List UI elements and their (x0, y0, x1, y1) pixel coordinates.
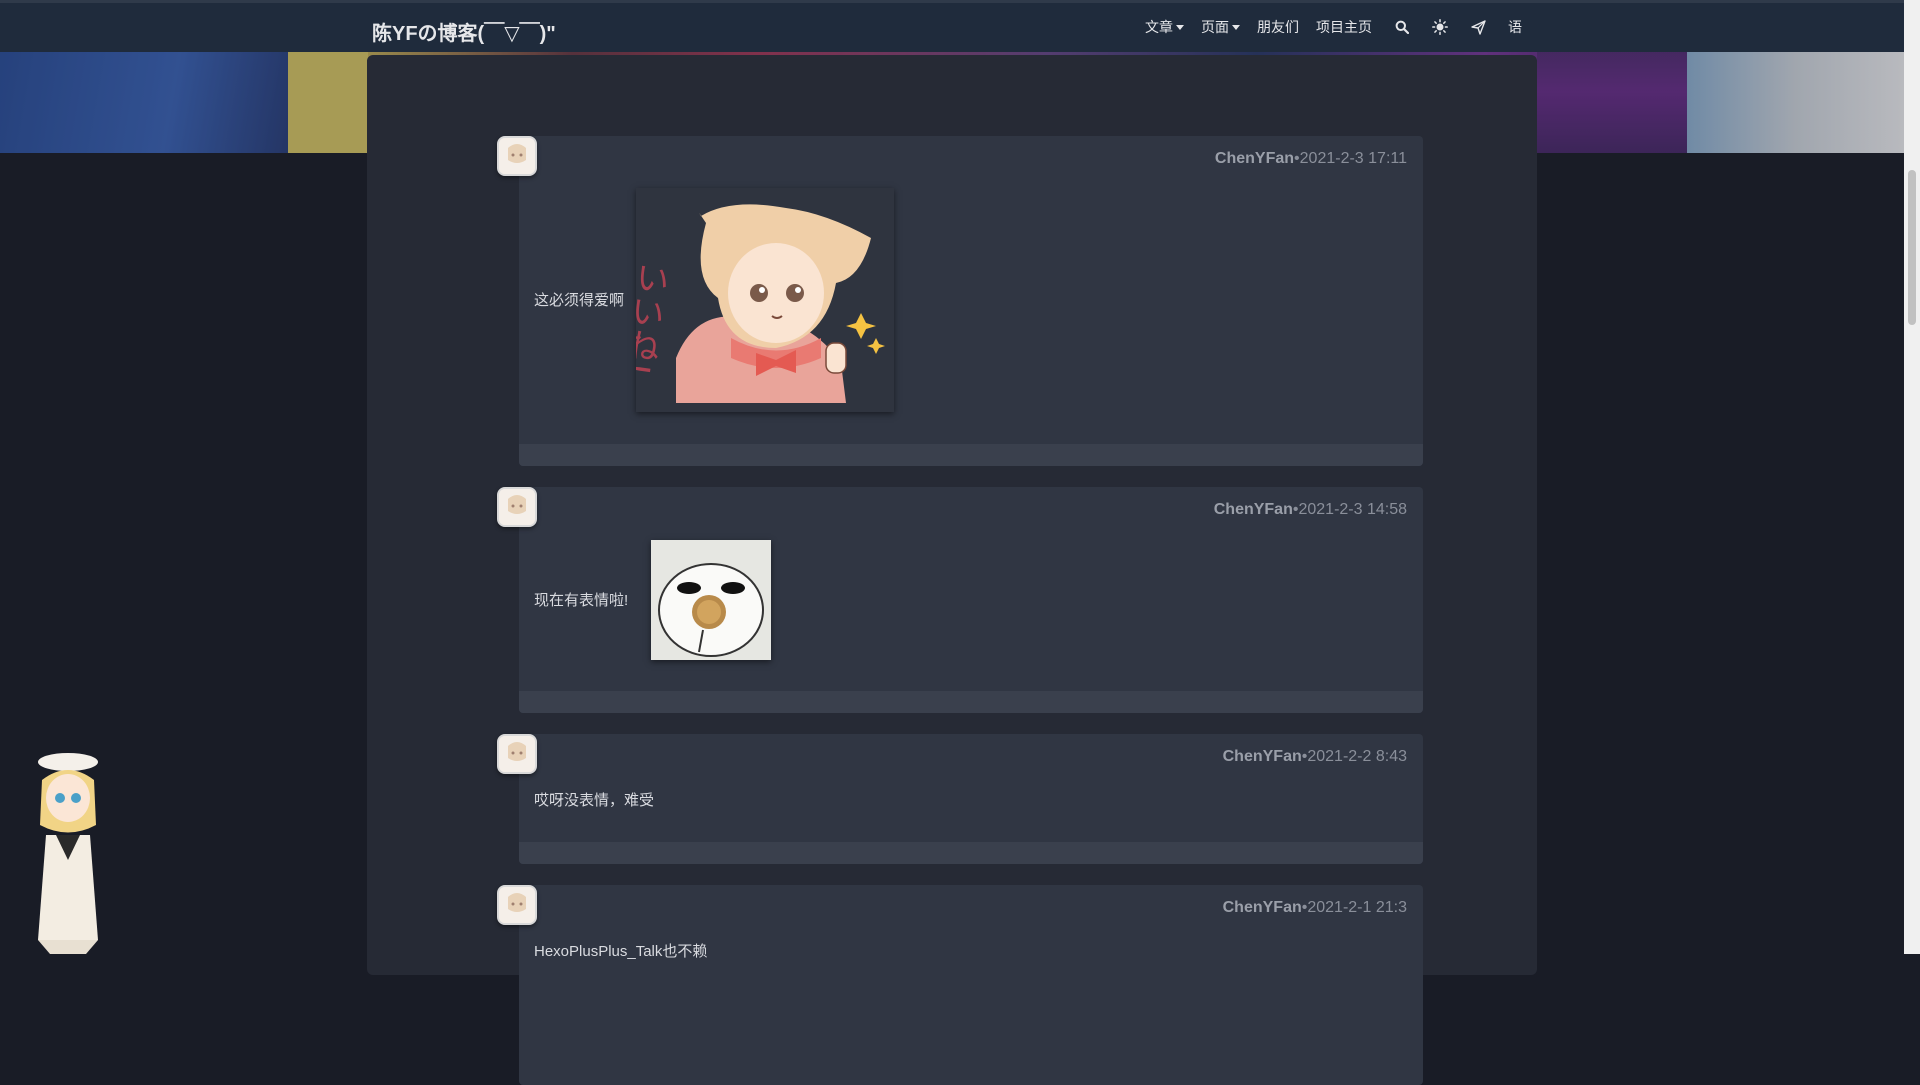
main-content: ChenYFan•2021-2-3 17:11 这必须得爱啊 いいね! Chen… (367, 55, 1537, 1085)
talk-meta: ChenYFan•2021-2-2 8:43 (1223, 748, 1407, 766)
nav-item-label: 朋友们 (1257, 19, 1299, 35)
top-navbar: 陈YFの博客(￣▽￣)" 文章 页面 朋友们 项目主页 语 (0, 0, 1904, 52)
author-avatar[interactable] (497, 136, 537, 176)
language-toggle[interactable]: 语 (1508, 17, 1522, 37)
talk-text: HexoPlusPlus_Talk也不赖 (534, 943, 708, 960)
page-scrollbar[interactable] (1904, 0, 1920, 954)
author-avatar[interactable] (497, 734, 537, 774)
talk-time: 2021-2-3 14:58 (1298, 501, 1407, 518)
nav-item-friends[interactable]: 朋友们 (1257, 17, 1299, 37)
nav-item-articles[interactable]: 文章 (1145, 17, 1184, 37)
author-name: ChenYFan (1214, 150, 1295, 167)
author-avatar[interactable] (497, 487, 537, 527)
talk-meta: ChenYFan•2021-2-3 17:11 (1215, 150, 1407, 168)
send-icon[interactable] (1470, 19, 1486, 35)
talk-item: ChenYFan•2021-2-2 8:43 哎呀没表情，难受 (497, 734, 1423, 864)
talk-item: ChenYFan•2021-2-1 21:3 HexoPlusPlus_Talk… (497, 885, 1423, 1085)
talk-footer (519, 691, 1423, 713)
chevron-down-icon (1176, 24, 1184, 30)
nav-item-pages[interactable]: 页面 (1201, 17, 1240, 37)
author-name: ChenYFan (1213, 501, 1293, 518)
author-name: ChenYFan (1222, 748, 1302, 765)
talk-meta: ChenYFan•2021-2-1 21:3 (1223, 899, 1407, 917)
talk-item: ChenYFan•2021-2-3 17:11 这必须得爱啊 いいね! (497, 136, 1423, 466)
talk-text: 现在有表情啦! (534, 592, 629, 609)
talk-text: 这必须得爱啊 (534, 292, 625, 309)
ghost-eating-sticker (651, 540, 771, 660)
talk-footer (519, 444, 1423, 466)
talk-time: 2021-2-1 21:3 (1307, 899, 1407, 916)
theme-toggle-icon[interactable] (1432, 19, 1448, 35)
author-name: ChenYFan (1222, 899, 1302, 916)
scrollbar-thumb[interactable] (1908, 170, 1916, 325)
talk-time: 2021-2-3 17:11 (1299, 150, 1407, 167)
search-icon[interactable] (1394, 19, 1410, 35)
nav-item-projects[interactable]: 项目主页 (1316, 17, 1372, 37)
talk-item: ChenYFan•2021-2-3 14:58 现在有表情啦! (497, 487, 1423, 713)
talk-meta: ChenYFan•2021-2-3 14:58 (1214, 501, 1407, 519)
talk-footer (519, 842, 1423, 864)
nav-item-label: 页面 (1201, 19, 1229, 35)
language-label: 语 (1508, 19, 1522, 35)
chevron-down-icon (1232, 24, 1240, 30)
nav-menu: 文章 页面 朋友们 项目主页 语 (1128, 17, 1522, 37)
site-brand[interactable]: 陈YFの博客(￣▽￣)" (372, 17, 556, 46)
iine-girl-sticker: いいね! (616, 188, 894, 412)
live2d-mascot[interactable] (32, 750, 122, 954)
author-avatar[interactable] (497, 885, 537, 925)
talk-time: 2021-2-2 8:43 (1307, 748, 1407, 765)
talk-text: 哎呀没表情，难受 (534, 792, 655, 809)
nav-item-label: 项目主页 (1316, 19, 1372, 35)
nav-item-label: 文章 (1145, 19, 1173, 35)
